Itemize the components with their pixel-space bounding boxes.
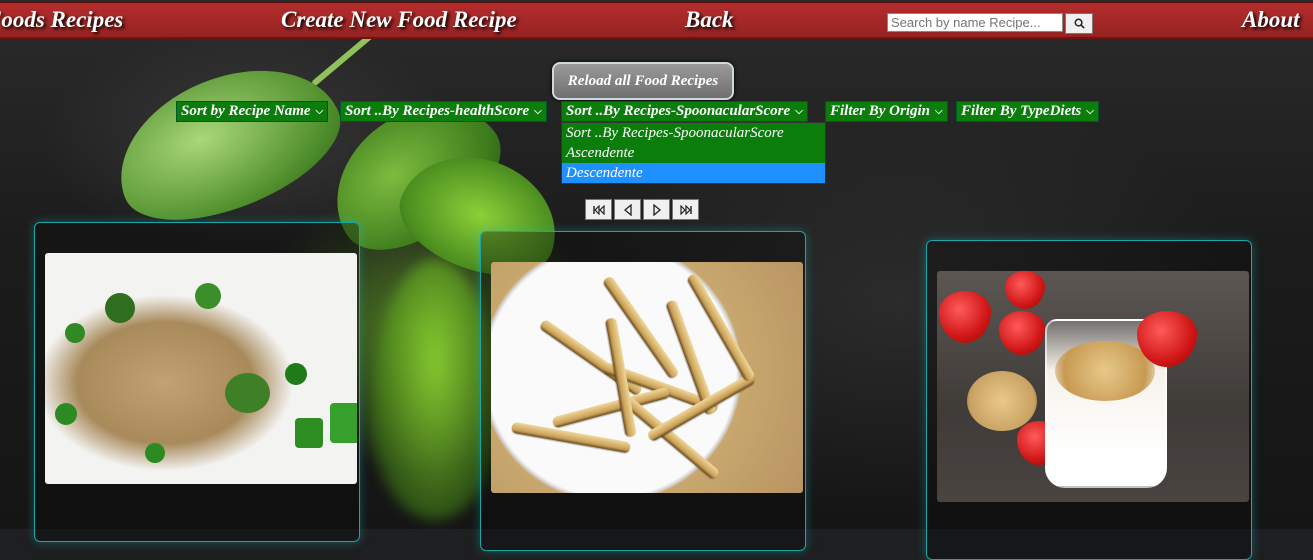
chevron-down-icon: ⌵ (935, 106, 943, 117)
rice-broccoli-dish-icon[interactable] (45, 253, 357, 484)
reload-recipes-button[interactable]: Reload all Food Recipes (552, 62, 734, 100)
nav-create-recipe-link[interactable]: Create New Food Recipe (281, 7, 517, 33)
search-input[interactable] (887, 13, 1063, 32)
last-page-button[interactable] (672, 199, 699, 220)
nav-about-link[interactable]: About (1242, 7, 1300, 33)
filter-by-diets-select[interactable]: Filter By TypeDiets ⌵ (956, 101, 1099, 122)
triangle-left-icon (623, 203, 632, 216)
next-page-button[interactable] (643, 199, 670, 220)
select-label: Sort ..By Recipes-healthScore (345, 103, 530, 119)
top-navbar: Foods Recipes Create New Food Recipe Bac… (0, 2, 1313, 39)
sort-by-name-select[interactable]: Sort by Recipe Name ⌵ (176, 101, 329, 122)
previous-page-button[interactable] (614, 199, 641, 220)
dropdown-option-selected[interactable]: Descendente (562, 163, 825, 183)
basil-leaf (96, 39, 358, 247)
roasted-fries-plate-icon[interactable] (491, 262, 803, 493)
search-icon (1074, 18, 1085, 29)
triangle-right-icon (652, 203, 661, 216)
skip-first-icon (592, 204, 605, 215)
skip-last-icon (679, 204, 692, 215)
sort-by-healthscore-select[interactable]: Sort ..By Recipes-healthScore ⌵ (340, 101, 547, 122)
recipe-card[interactable] (480, 231, 806, 551)
select-label: Filter By Origin (830, 103, 931, 119)
chevron-down-icon: ⌵ (534, 106, 542, 117)
recipe-card[interactable] (34, 222, 360, 542)
search-button[interactable] (1065, 13, 1093, 34)
chevron-down-icon: ⌵ (315, 106, 324, 117)
dropdown-option[interactable]: Ascendente (562, 143, 825, 163)
strawberry-smoothie-glass-icon[interactable] (937, 271, 1249, 502)
first-page-button[interactable] (585, 199, 612, 220)
select-label: Sort ..By Recipes-SpoonacularScore (566, 103, 791, 119)
recipe-card[interactable] (926, 240, 1252, 560)
chevron-down-icon: ⌵ (1086, 106, 1094, 117)
select-label: Filter By TypeDiets (961, 103, 1082, 119)
dropdown-option[interactable]: Sort ..By Recipes-SpoonacularScore (562, 123, 825, 143)
spoonacular-sort-dropdown: Sort ..By Recipes-SpoonacularScore Ascen… (561, 122, 826, 184)
filter-by-origin-select[interactable]: Filter By Origin ⌵ (825, 101, 948, 122)
chevron-down-icon: ⌵ (795, 106, 803, 117)
nav-home-link[interactable]: Foods Recipes (0, 7, 123, 33)
pagination (585, 199, 701, 220)
sort-by-spoonacular-select[interactable]: Sort ..By Recipes-SpoonacularScore ⌵ (561, 101, 808, 122)
nav-back-link[interactable]: Back (685, 7, 734, 33)
select-label: Sort by Recipe Name (181, 103, 311, 119)
